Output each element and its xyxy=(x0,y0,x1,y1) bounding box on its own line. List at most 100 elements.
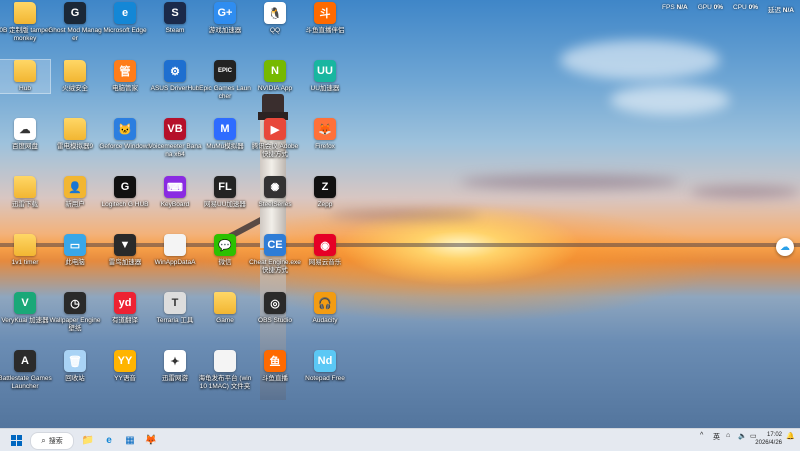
desktop-icon[interactable]: Hub xyxy=(0,59,51,94)
terraria-icon: T xyxy=(164,292,186,314)
desktop-icon[interactable]: G Ghost Mod Manager xyxy=(48,2,102,42)
lighthouse-lamp xyxy=(262,94,284,114)
desktop-icon[interactable]: 雷电模拟器9 xyxy=(50,118,100,151)
desktop-icon[interactable]: ✦ 迅雷网游 xyxy=(150,350,200,383)
desktop-icon[interactable]: 海龟发布平台 (win10 1MAC) 文件夹 xyxy=(198,350,252,390)
desktop-icon[interactable]: Z Zepp xyxy=(300,176,350,209)
cloud-shape xyxy=(610,85,730,115)
desktop-icon[interactable]: ▭ 此电脑 xyxy=(50,234,100,267)
desktop-icon-label: 0B 定制版 tampermonkey xyxy=(0,27,51,42)
folder-icon xyxy=(14,234,36,256)
desktop-icon[interactable]: 🎧 Audacity xyxy=(300,292,350,325)
file-explorer-icon: 📁 xyxy=(81,434,95,446)
desktop-icon[interactable]: ◉ 网易云音乐 xyxy=(300,234,350,267)
desktop-icon[interactable]: G+ 游戏加速器 xyxy=(200,2,250,35)
taskbar-clock[interactable]: 17:02 2026/4/26 xyxy=(755,431,782,447)
desktop-icon[interactable]: ◎ OBS Studio xyxy=(250,292,300,325)
taskbar-app-firefox[interactable]: 🦊 xyxy=(143,432,159,448)
desktop-icon-label: 海龟发布平台 (win10 1MAC) 文件夹 xyxy=(198,375,252,390)
desktop-icon-label: Voicemeeter Banana x64 xyxy=(148,143,202,158)
desktop-icon-label: Audacity xyxy=(312,317,338,324)
desktop-icon[interactable]: Nd Notepad Free xyxy=(300,350,350,383)
verykuai-icon: V xyxy=(14,292,36,314)
taskbar-search-box[interactable]: ⌕ 搜索 xyxy=(30,432,74,450)
zepp-icon: Z xyxy=(314,176,336,198)
desktop-icon[interactable]: ☁ 百度网盘 xyxy=(0,118,50,151)
desktop-icon[interactable]: YY YY语音 xyxy=(100,350,150,383)
baidu-cloud-icon: ☁ xyxy=(14,118,36,140)
desktop-icon-label: Battlestate Games Launcher xyxy=(0,375,52,390)
desktop-icon[interactable]: V VeryKuai 加速器 xyxy=(0,292,50,325)
folder-icon xyxy=(214,292,236,314)
taskbar-app-edge[interactable]: e xyxy=(101,432,117,448)
desktop-icon[interactable]: e Microsoft Edge xyxy=(100,2,150,35)
desktop-icon-label: 有道翻译 xyxy=(112,317,138,324)
epic-icon: EPIC xyxy=(214,60,236,82)
youdao-icon: yd xyxy=(114,292,136,314)
desktop-icon-label: Game xyxy=(216,317,234,324)
desktop-icon[interactable]: 🗑 回收站 xyxy=(50,350,100,383)
desktop-icon-label: Cheat Engine.exe 快捷方式 xyxy=(249,259,301,274)
desktop-icon-label: MuMu模拟器 xyxy=(206,143,244,150)
desktop-icon[interactable]: VB Voicemeeter Banana x64 xyxy=(148,118,202,158)
desktop-icon[interactable]: 火绒安全 xyxy=(50,60,100,93)
cheat-engine-icon: CE xyxy=(264,234,286,256)
desktop-icon[interactable]: ⌨ KeyBoard xyxy=(150,176,200,209)
desktop-icon[interactable]: 1v1 timer xyxy=(0,234,50,267)
file-icon xyxy=(214,350,236,372)
desktop-icon[interactable]: CE Cheat Engine.exe 快捷方式 xyxy=(249,234,301,274)
taskbar-app-file-explorer[interactable]: 📁 xyxy=(80,432,96,448)
desktop-icon[interactable]: G Logitech G HUB xyxy=(100,176,150,209)
desktop-icon[interactable]: FL 网易UU加速器 xyxy=(200,176,250,209)
desktop-icon[interactable]: M MuMu模拟器 xyxy=(200,118,250,151)
desktop-icon-label: WinAppDataA xyxy=(154,259,196,266)
desktop-icon[interactable]: 👤 新用户 xyxy=(50,176,100,209)
desktop-icon[interactable]: ▶ 腾讯会议 Adobe 快捷方式 xyxy=(250,118,300,158)
desktop-icon[interactable]: N NVIDIA App xyxy=(250,60,300,93)
clock-time: 17:02 xyxy=(766,432,782,438)
gpu-readout: GPU 0% xyxy=(697,4,724,11)
desktop-icon[interactable]: 斗斗鱼直播伴侣 xyxy=(300,2,350,35)
desktop-icon[interactable]: 管电脑管家 xyxy=(100,60,150,93)
volume-icon[interactable]: 🔈 xyxy=(738,432,747,440)
desktop-icon[interactable]: EPIC Epic Games Launcher xyxy=(199,60,251,100)
desktop-icon[interactable]: 🐧 QQ xyxy=(250,2,300,35)
desktop-icon[interactable]: WinAppDataA xyxy=(150,234,200,267)
notification-bell-icon[interactable]: 🔔 xyxy=(786,432,795,440)
desktop-icon[interactable]: Game xyxy=(200,292,250,325)
desktop-icon-label: Microsoft Edge xyxy=(103,27,147,34)
desktop-icon[interactable]: 💬 微信 xyxy=(200,234,250,267)
desktop-icon-label: Epic Games Launcher xyxy=(199,85,251,100)
desktop-icon[interactable]: yd 有道翻译 xyxy=(100,292,150,325)
notepad-icon: Nd xyxy=(314,350,336,372)
search-label: 搜索 xyxy=(48,438,63,445)
douyu-icon: 斗 xyxy=(314,2,336,24)
desktop-icon[interactable]: ◷ Wallpaper Engine 壁纸 xyxy=(49,292,101,332)
desktop-icon-label: Firefox xyxy=(315,143,335,150)
network-icon[interactable]: ⌂ xyxy=(726,432,730,439)
desktop-icon[interactable]: 🐱 Geforce Windows xyxy=(99,118,151,151)
desktop-icon[interactable]: 0B 定制版 tampermonkey xyxy=(0,2,51,42)
desktop-icon[interactable]: ⚙ ASUS DriverHub xyxy=(150,60,200,93)
mumu-icon: M xyxy=(214,118,236,140)
start-button[interactable] xyxy=(8,432,24,448)
desktop-icon-label: Steam xyxy=(165,27,185,34)
ime-indicator[interactable]: 英 xyxy=(713,432,720,442)
desktop-icon[interactable]: 🦊 Firefox xyxy=(300,118,350,151)
desktop-icon[interactable]: ✺ SteelSeries xyxy=(250,176,300,209)
desktop-icon-label: 此电脑 xyxy=(65,259,85,266)
desktop-icon[interactable]: ▼ 雷鸟加速器 xyxy=(100,234,150,267)
cloud-widget-button[interactable]: ☁ xyxy=(776,238,794,256)
taskbar-app-store[interactable]: ▦ xyxy=(122,432,138,448)
desktop-icon[interactable]: 迅雷下载 xyxy=(0,176,50,209)
tray-overflow-chevron[interactable]: ^ xyxy=(700,432,703,439)
desktop-icon-label: 斗鱼直播伴侣 xyxy=(305,27,345,34)
desktop-icon[interactable]: A Battlestate Games Launcher xyxy=(0,350,52,390)
desktop-icon[interactable]: T Terraria 工具 xyxy=(150,292,200,325)
store-icon: ▦ xyxy=(125,434,135,446)
desktop-icon-label: YY语音 xyxy=(114,375,136,382)
desktop-icon[interactable]: S Steam xyxy=(150,2,200,35)
folder-icon xyxy=(14,2,36,24)
desktop-icon[interactable]: UU UU加速器 xyxy=(300,60,350,93)
desktop-icon[interactable]: 鱼斗鱼直播 xyxy=(250,350,300,383)
